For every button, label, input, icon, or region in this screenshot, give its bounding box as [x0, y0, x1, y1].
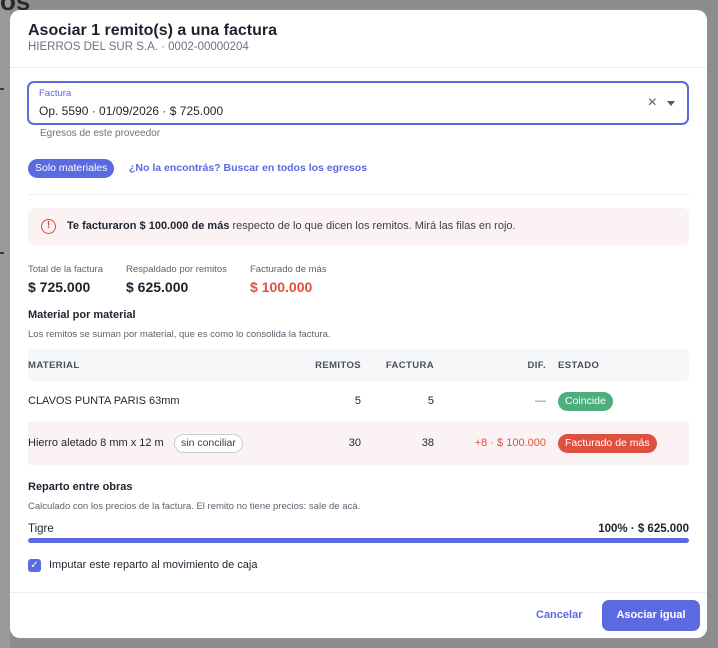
row-dif: — — [535, 395, 546, 407]
summary-facturado-de-mas: Facturado de más $ 100.000 — [250, 264, 327, 295]
summary-total-label: Total de la factura — [28, 264, 103, 275]
cancel-button[interactable]: Cancelar — [536, 609, 582, 621]
summary-respaldado-label: Respaldado por remitos — [126, 264, 227, 275]
factura-select[interactable]: Factura Op. 5590 · 01/09/2026 · $ 725.00… — [27, 81, 689, 125]
alert-message-rest: respecto de lo que dicen los remitos. Mi… — [229, 220, 516, 232]
asociar-igual-button[interactable]: Asociar igual — [602, 600, 700, 631]
row-remitos: 5 — [354, 395, 361, 407]
row-remitos: 30 — [348, 437, 361, 449]
backdrop-page — [0, 0, 10, 648]
material-section-desc: Los remitos se suman por material, que e… — [28, 329, 331, 340]
col-material: MATERIAL — [28, 360, 80, 371]
modal-subtitle: HIERROS DEL SUR S.A. · 0002-00000204 — [28, 41, 249, 53]
modal-header: Asociar 1 remito(s) a una factura HIERRO… — [10, 10, 707, 68]
row-factura: 38 — [421, 437, 434, 449]
sin-conciliar-tag: sin conciliar — [174, 434, 243, 453]
col-factura: FACTURA — [385, 360, 434, 371]
status-badge: Coincide — [558, 392, 613, 411]
summary-facturado-label: Facturado de más — [250, 264, 327, 275]
row-material: CLAVOS PUNTA PARIS 63mm — [28, 395, 180, 407]
alert-message-bold: Te facturaron $ 100.000 de más — [67, 220, 230, 232]
reparto-section-title: Reparto entre obras — [28, 481, 133, 493]
summary-total: Total de la factura $ 725.000 — [28, 264, 103, 295]
chevron-down-icon[interactable] — [667, 101, 675, 106]
factura-helper-text: Egresos de este proveedor — [40, 128, 161, 139]
obra-value: 100% · $ 625.000 — [598, 523, 689, 535]
row-factura: 5 — [427, 395, 434, 407]
alert-circle-icon: ! — [41, 219, 56, 234]
status-badge: Facturado de más — [558, 434, 657, 453]
reparto-section-desc: Calculado con los precios de la factura.… — [28, 501, 361, 512]
imputar-checkbox[interactable]: ✓ — [28, 559, 41, 572]
table-row: CLAVOS PUNTA PARIS 63mm 5 5 — Coincide — [28, 381, 689, 423]
table-row: Hierro aletado 8 mm x 12 m sin conciliar… — [28, 423, 689, 465]
col-dif: DIF. — [527, 360, 546, 371]
obra-name: Tigre — [28, 523, 54, 535]
modal-title: Asociar 1 remito(s) a una factura — [28, 22, 277, 39]
overbilling-alert: ! Te facturaron $ 100.000 de más respect… — [28, 208, 689, 245]
factura-select-label: Factura — [39, 88, 72, 99]
summary-total-value: $ 725.000 — [28, 279, 91, 295]
divider — [28, 194, 689, 195]
factura-select-value[interactable]: Op. 5590 · 01/09/2026 · $ 725.000 — [39, 104, 223, 118]
obra-progress-bar — [28, 538, 689, 543]
summary-respaldado-value: $ 625.000 — [126, 279, 189, 295]
col-estado: ESTADO — [558, 360, 600, 371]
asociar-remito-modal: Asociar 1 remito(s) a una factura HIERRO… — [10, 10, 707, 638]
buscar-todos-egresos-link[interactable]: ¿No la encontrás? Buscar en todos los eg… — [129, 162, 367, 174]
material-section-title: Material por material — [28, 309, 136, 321]
table-header: MATERIAL REMITOS FACTURA DIF. ESTADO — [28, 349, 689, 381]
row-dif: +8 · $ 100.000 — [474, 437, 546, 449]
col-remitos: REMITOS — [315, 360, 361, 371]
imputar-checkbox-label[interactable]: Imputar este reparto al movimiento de ca… — [49, 559, 258, 571]
summary-respaldado: Respaldado por remitos $ 625.000 — [126, 264, 227, 295]
backdrop-mark — [0, 88, 4, 90]
clear-icon[interactable]: × — [648, 94, 657, 112]
obra-progress-fill — [28, 538, 689, 543]
backdrop-mark — [0, 252, 4, 254]
summary-facturado-value: $ 100.000 — [250, 279, 313, 295]
footer-divider — [10, 592, 707, 593]
solo-materiales-toggle[interactable]: Solo materiales — [28, 159, 115, 178]
row-material: Hierro aletado 8 mm x 12 m — [28, 437, 164, 449]
alert-message: Te facturaron $ 100.000 de más respecto … — [67, 220, 516, 232]
